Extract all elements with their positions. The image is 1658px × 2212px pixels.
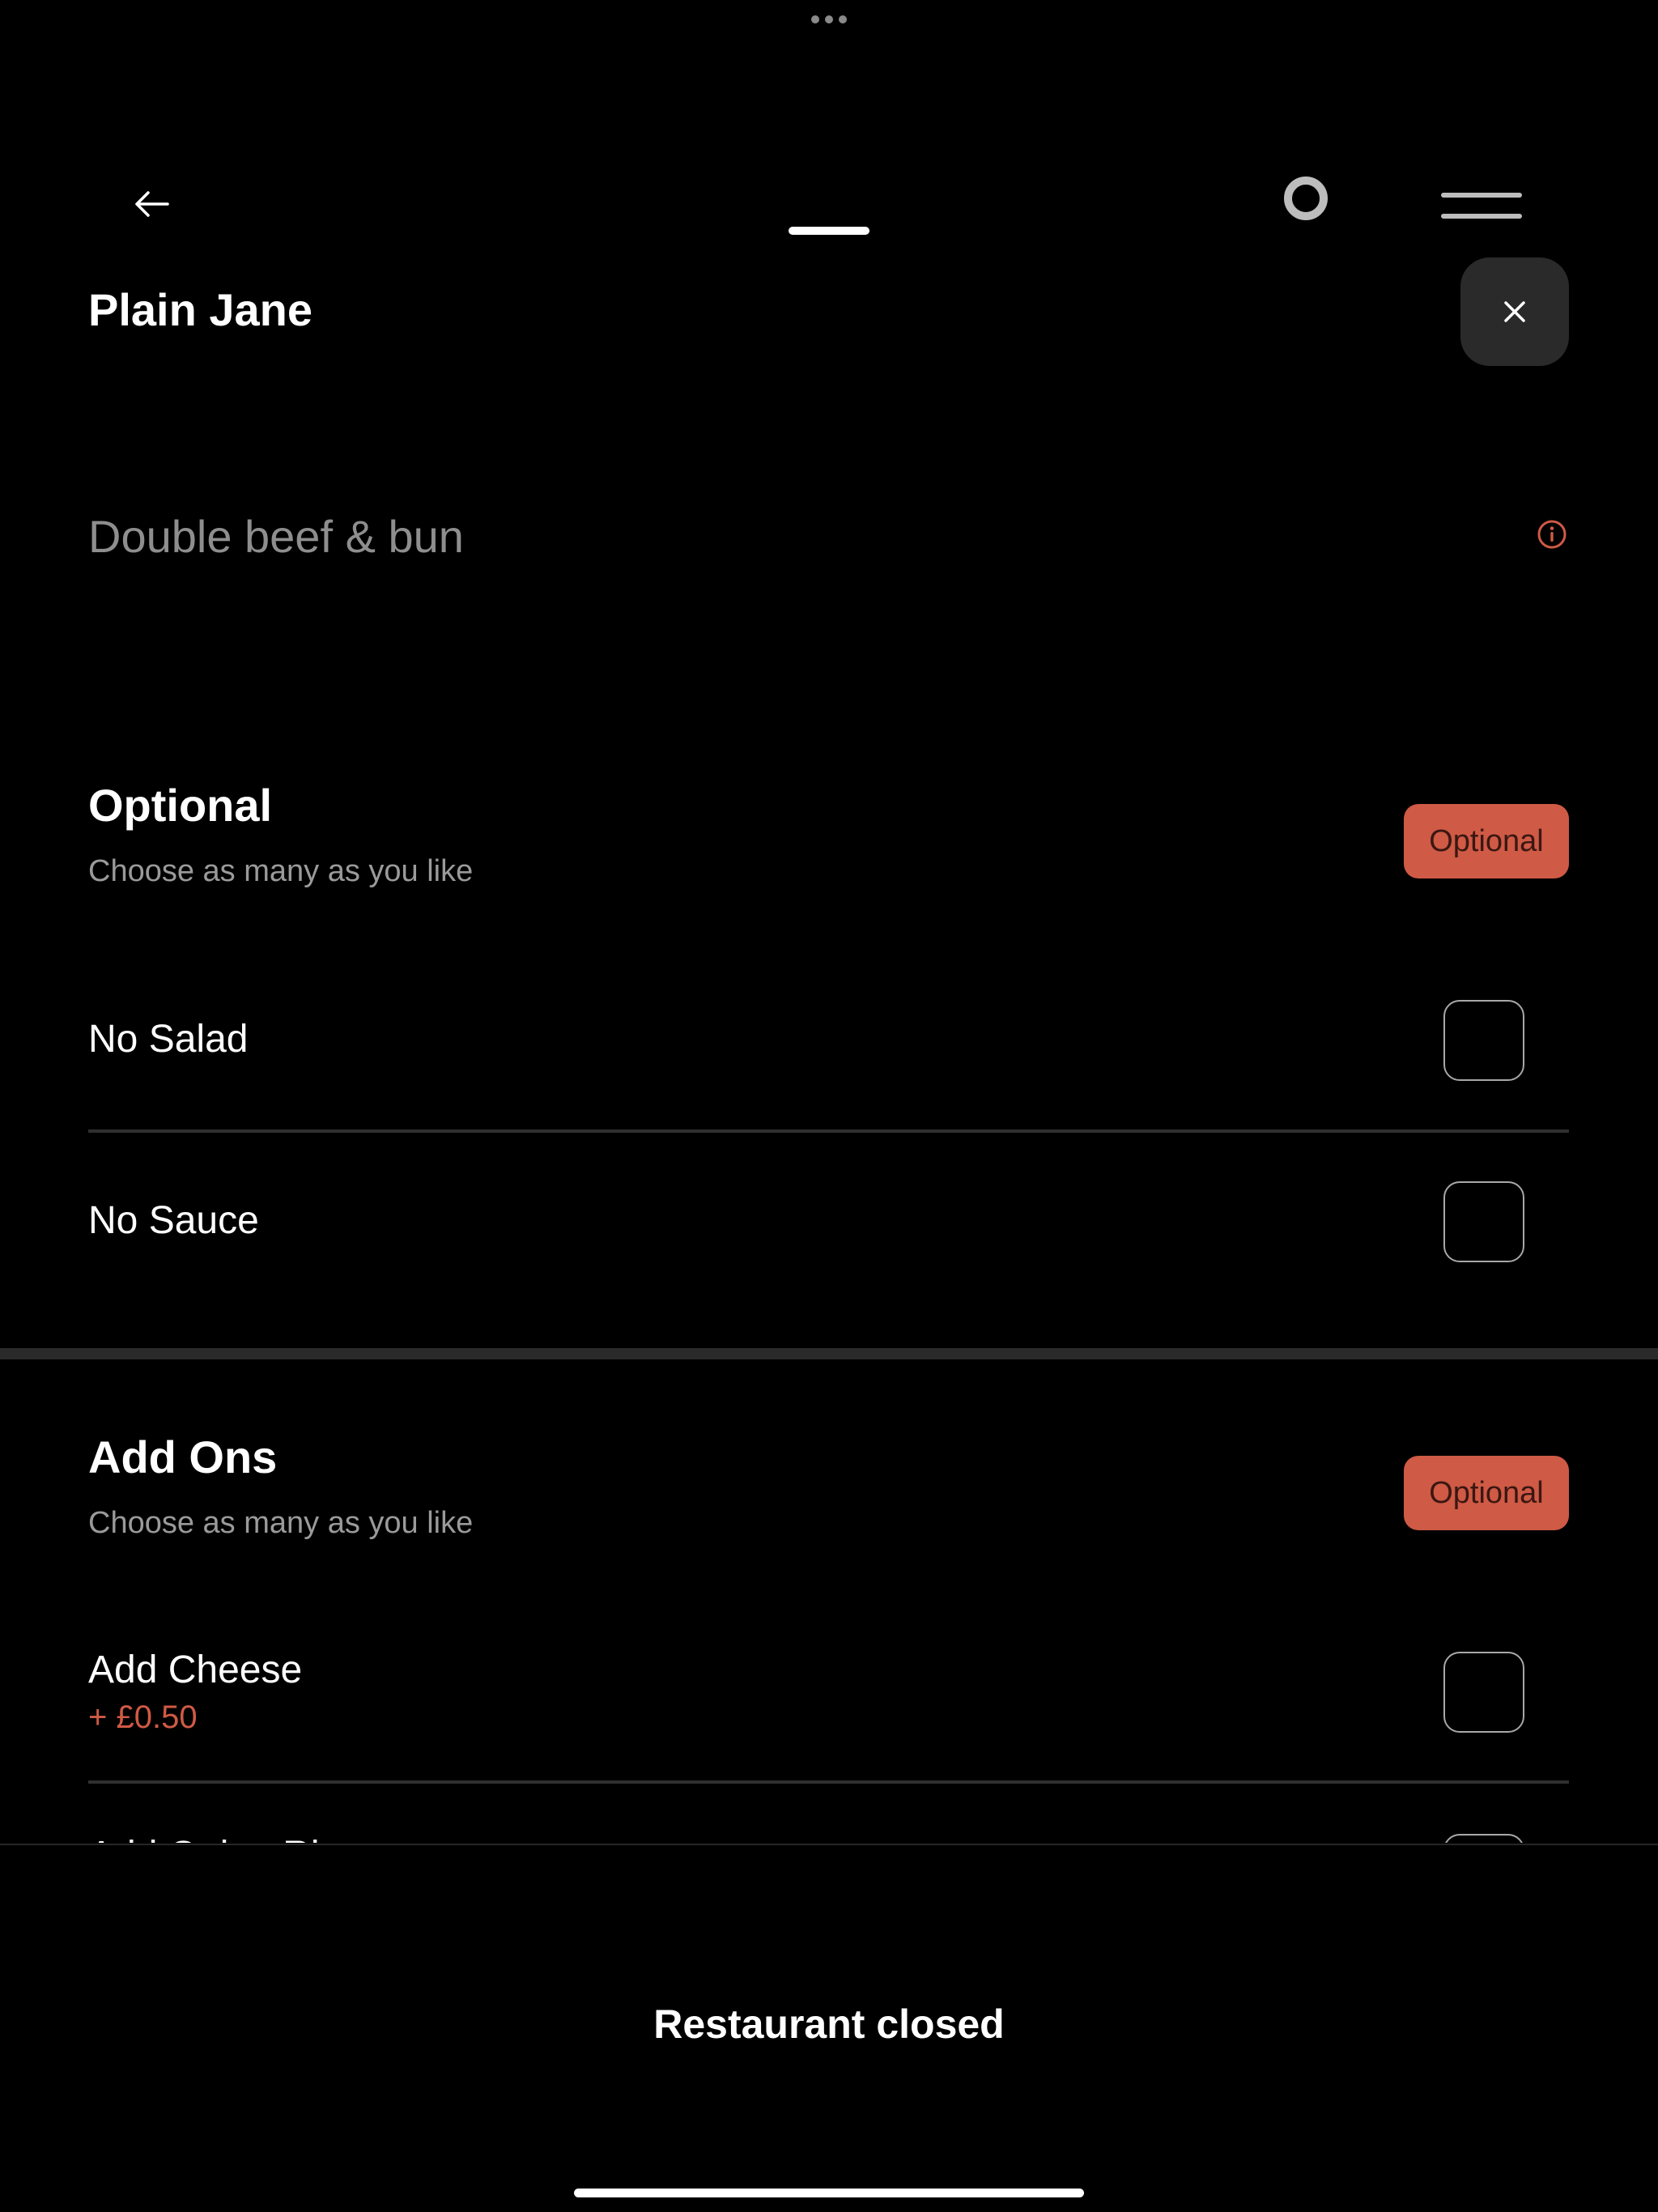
checkbox-add-onion-rings[interactable] xyxy=(1443,1834,1524,1843)
close-button[interactable] xyxy=(1460,257,1569,366)
footer-divider xyxy=(0,1844,1658,1845)
option-label-add-cheese: Add Cheese xyxy=(88,1648,303,1691)
section-title-optional: Optional xyxy=(88,780,273,831)
restaurant-closed-label: Restaurant closed xyxy=(653,2001,1005,2047)
item-description: Double beef & bun xyxy=(88,511,464,562)
option-label-no-salad: No Salad xyxy=(88,1018,249,1061)
arrow-left-icon xyxy=(135,191,169,217)
option-label-add-onion-rings: Add Onion Ri xyxy=(88,1833,320,1843)
checkbox-no-sauce[interactable] xyxy=(1443,1181,1524,1262)
optional-badge: Optional xyxy=(1404,804,1569,878)
home-indicator[interactable] xyxy=(574,2189,1084,2197)
info-icon[interactable] xyxy=(1537,519,1567,550)
row-divider xyxy=(88,1780,1569,1784)
option-label-no-sauce: No Sauce xyxy=(88,1199,259,1242)
section-subtitle-add-ons: Choose as many as you like xyxy=(88,1506,474,1540)
item-title: Plain Jane xyxy=(88,284,313,335)
option-price-add-cheese: + £0.50 xyxy=(88,1699,198,1735)
sheet-grabber[interactable] xyxy=(789,227,869,235)
row-divider xyxy=(88,1129,1569,1133)
section-divider xyxy=(0,1348,1658,1359)
back-button[interactable] xyxy=(121,180,181,228)
optional-badge: Optional xyxy=(1404,1456,1569,1530)
more-dots-icon[interactable] xyxy=(811,15,847,24)
checkbox-no-salad[interactable] xyxy=(1443,1000,1524,1081)
menu-icon[interactable] xyxy=(1441,191,1522,223)
section-title-add-ons: Add Ons xyxy=(88,1431,278,1482)
checkbox-add-cheese[interactable] xyxy=(1443,1652,1524,1733)
list-item-clipped: Add Onion Ri xyxy=(0,1806,1658,1843)
section-subtitle-optional: Choose as many as you like xyxy=(88,854,474,888)
close-icon xyxy=(1504,301,1525,322)
record-icon[interactable] xyxy=(1284,177,1328,220)
